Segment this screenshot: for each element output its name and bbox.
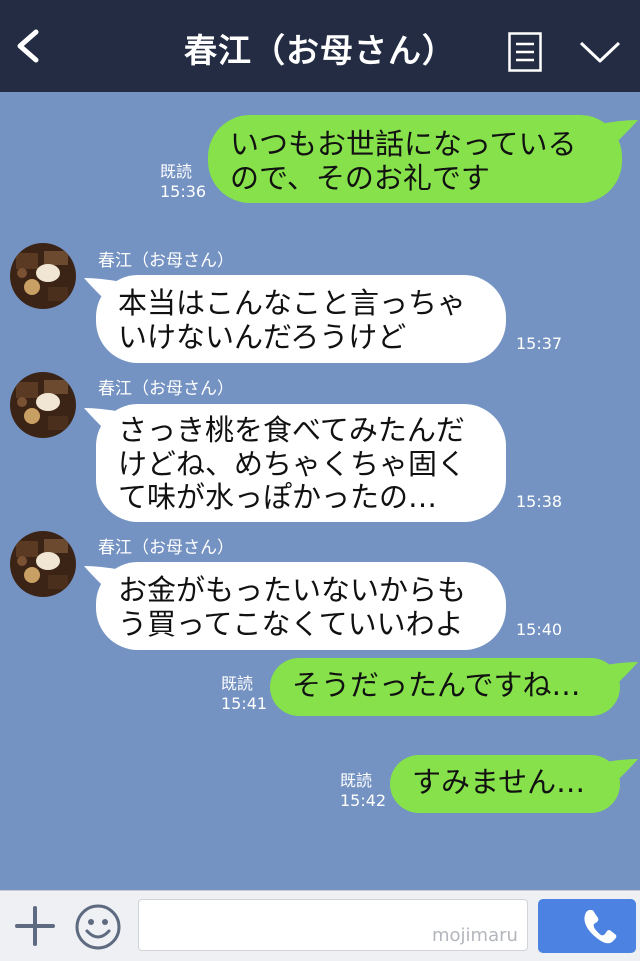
message-bubble[interactable]: お金がもったいないからも う買ってこなくていいわよ [96, 562, 506, 650]
call-button[interactable] [538, 899, 636, 953]
read-receipt: 既読 [340, 771, 373, 790]
avatar-image [10, 372, 76, 438]
emoji-button[interactable] [74, 903, 122, 951]
menu-button[interactable] [508, 32, 542, 72]
message-time: 15:38 [516, 492, 563, 511]
message-meta: 既読 15:41 [221, 674, 267, 714]
message-bubble[interactable]: 本当はこんなこと言っちゃ いけないんだろうけど [96, 275, 506, 363]
watermark: mojimaru [432, 925, 518, 946]
read-receipt: 既読 [160, 162, 193, 181]
collapse-button[interactable] [578, 38, 622, 66]
message-bubble[interactable]: いつもお世話になっている ので、そのお礼です [208, 115, 622, 203]
message-meta: 既読 15:36 [160, 162, 206, 202]
chevron-down-icon [579, 41, 621, 63]
avatar[interactable] [10, 372, 76, 438]
avatar-image [10, 243, 76, 309]
read-receipt: 既読 [221, 674, 254, 693]
message-bubble[interactable]: そうだったんですね… [270, 658, 620, 716]
message-time: 15:40 [516, 620, 563, 639]
message-list[interactable]: 既読 15:36 いつもお世話になっている ので、そのお礼です 春江（お母さん）… [0, 92, 640, 890]
chat-header: 春江（お母さん） [0, 0, 640, 92]
menu-icon [508, 32, 542, 72]
message-time: 15:37 [516, 334, 563, 353]
message-meta: 既読 15:42 [340, 771, 386, 811]
sender-name: 春江（お母さん） [98, 538, 234, 558]
emoji-icon [75, 904, 121, 950]
message-bubble[interactable]: さっき桃を食べてみたんだ けどね、めちゃくちゃ固く て味が水っぽかったの… [96, 404, 506, 522]
input-bar: mojimaru [0, 890, 640, 961]
phone-icon [584, 910, 617, 944]
plus-icon [15, 906, 55, 946]
chat-title: 春江（お母さん） [184, 31, 456, 70]
add-button[interactable] [14, 905, 56, 947]
avatar[interactable] [10, 531, 76, 597]
sender-name: 春江（お母さん） [98, 251, 234, 271]
message-time: 15:36 [160, 182, 207, 201]
message-time: 15:42 [340, 791, 387, 810]
avatar-image [10, 531, 76, 597]
message-bubble[interactable]: すみません… [390, 755, 620, 813]
sender-name: 春江（お母さん） [98, 379, 234, 399]
avatar[interactable] [10, 243, 76, 309]
message-time: 15:41 [221, 694, 268, 713]
